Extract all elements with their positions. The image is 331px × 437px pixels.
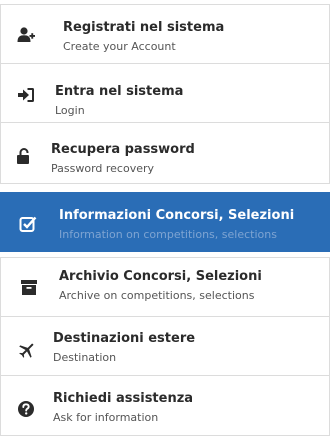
menu-item-title: Informazioni Concorsi, Selezioni [59,208,295,223]
menu-item-register[interactable]: Registrati nel sistema Create your Accou… [0,4,330,64]
menu-item-login[interactable]: Entra nel sistema Login [0,63,330,123]
menu-item-subtitle: Archive on competitions, selections [59,289,255,302]
menu-item-request-assistance[interactable]: Richiedi assistenza Ask for information [0,375,330,436]
menu-item-subtitle: Login [55,104,85,117]
menu-item-subtitle: Destination [53,351,117,364]
add-user-icon [17,26,35,44]
plane-icon [18,341,36,359]
menu-item-subtitle: Ask for information [53,411,159,424]
question-icon [17,400,35,418]
sign-in-icon [17,86,35,104]
menu-item-subtitle: Information on competitions, selections [59,228,277,241]
menu-item-title: Destinazioni estere [53,331,196,346]
menu-item-title: Entra nel sistema [55,84,184,99]
navigation-menu: Registrati nel sistema Create your Accou… [0,0,331,437]
menu-item-subtitle: Password recovery [51,162,155,175]
archive-icon [20,278,38,296]
menu-item-subtitle: Create your Account [63,40,176,53]
menu-item-title: Archivio Concorsi, Selezioni [59,269,262,284]
unlock-icon [15,147,33,165]
menu-item-password-recovery[interactable]: Recupera password Password recovery [0,122,330,184]
menu-item-competitions-archive[interactable]: Archivio Concorsi, Selezioni Archive on … [0,257,330,317]
menu-item-title: Richiedi assistenza [53,391,194,406]
checkbox-icon [19,215,37,233]
menu-item-title: Registrati nel sistema [63,20,225,35]
menu-item-competitions-info[interactable]: Informazioni Concorsi, Selezioni Informa… [0,192,330,252]
menu-item-title: Recupera password [51,142,195,157]
menu-item-foreign-destinations[interactable]: Destinazioni estere Destination [0,316,330,376]
